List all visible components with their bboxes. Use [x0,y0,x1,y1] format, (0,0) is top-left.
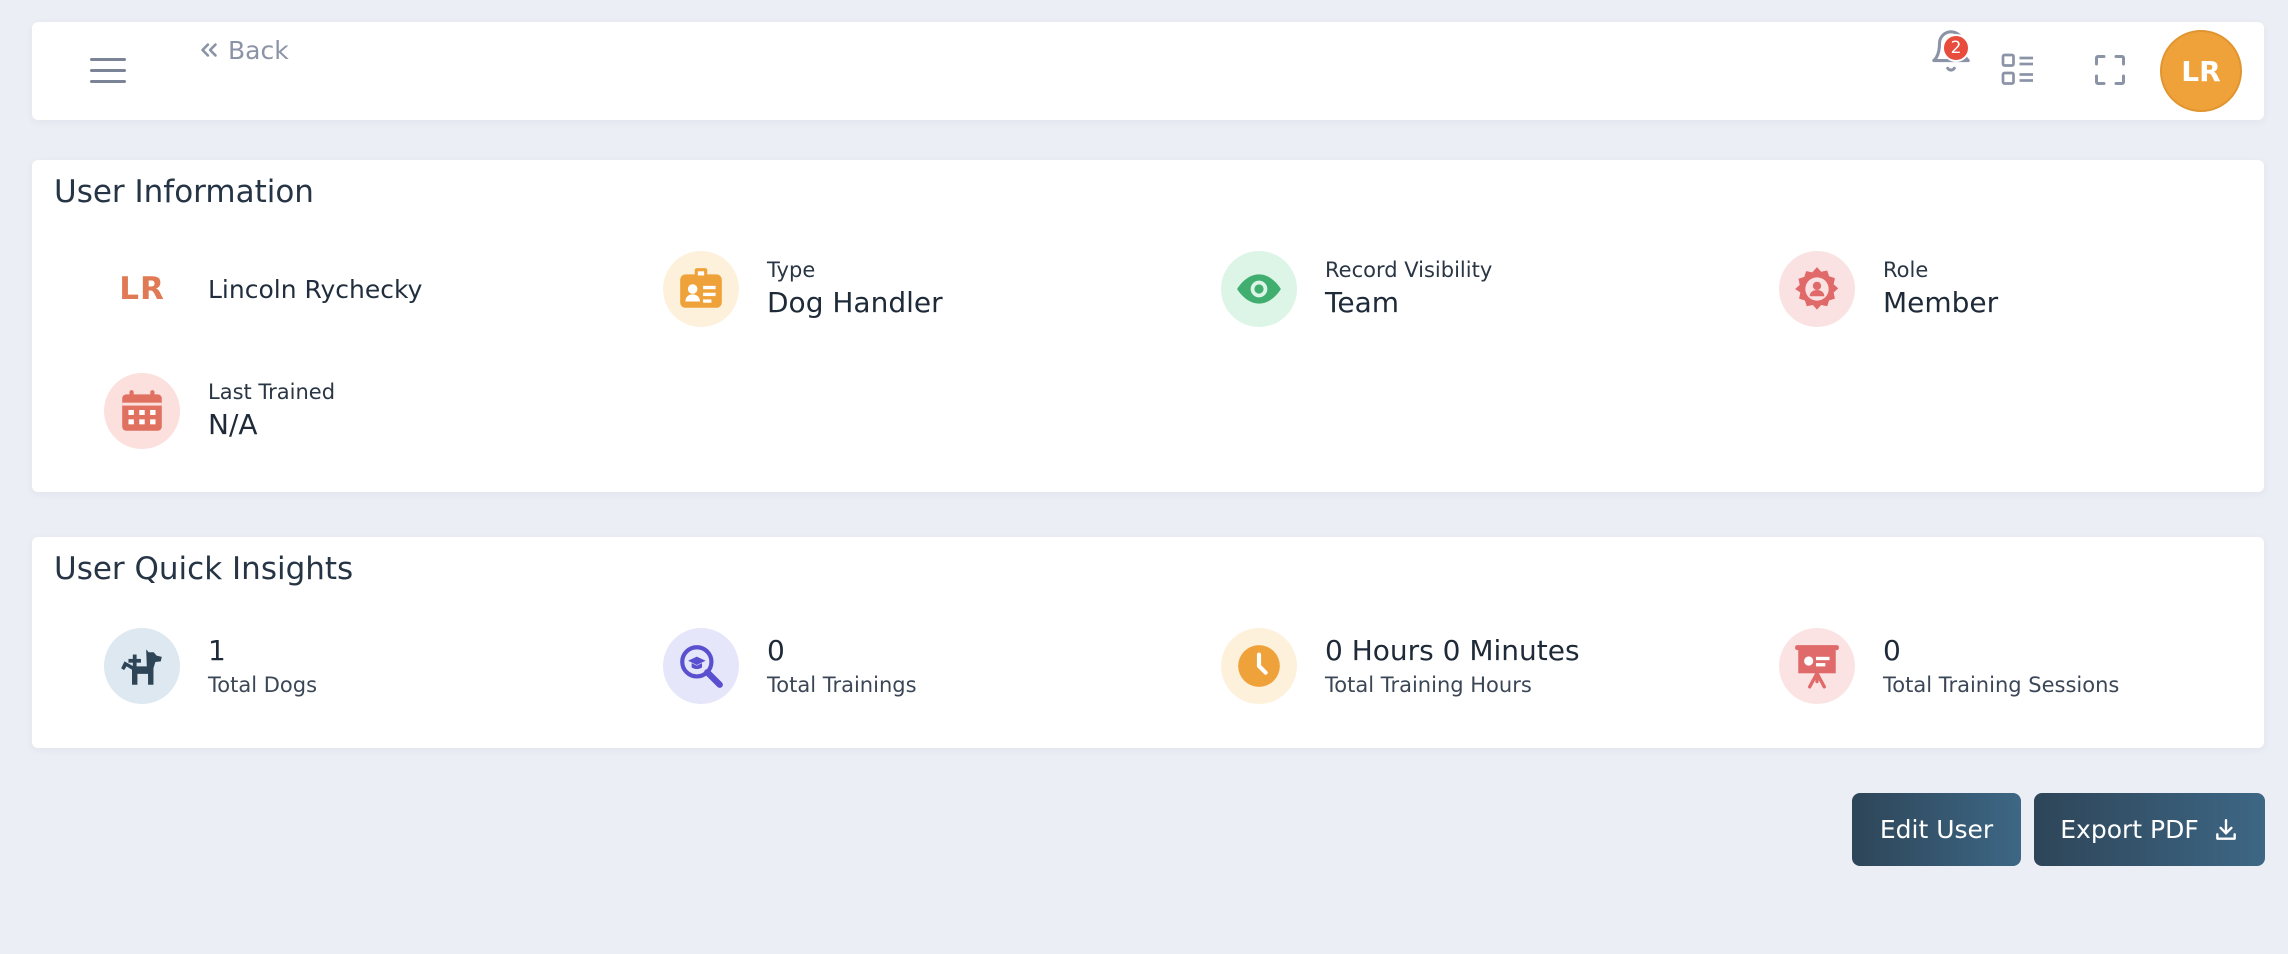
total-dogs-label: Total Dogs [208,673,318,697]
total-dogs-item: 1 Total Dogs [104,628,317,704]
user-type-item: Type Dog Handler [663,251,943,327]
user-insights-title: User Quick Insights [54,551,354,587]
last-trained-label: Last Trained [208,380,336,404]
magnify-graduation-icon [663,628,739,704]
dog-plus-icon [104,628,180,704]
list-grid-icon[interactable] [2000,52,2036,88]
fullscreen-icon[interactable] [2092,52,2128,88]
calendar-icon [104,373,180,449]
notification-badge: 2 [1942,34,1970,62]
visibility-label: Record Visibility [1325,258,1493,282]
eye-icon [1221,251,1297,327]
record-visibility-item: Record Visibility Team [1221,251,1492,327]
total-sessions-item: 0 Total Training Sessions [1779,628,2119,704]
edit-user-button[interactable]: Edit User [1852,793,2021,866]
user-name-item: LR Lincoln Rychecky [104,251,422,327]
total-dogs-value: 1 [208,634,226,667]
user-initials: LR [119,271,165,307]
total-hours-item: 0 Hours 0 Minutes Total Training Hours [1221,628,1580,704]
total-hours-value: 0 Hours 0 Minutes [1325,634,1580,667]
chevrons-left-icon [201,43,217,57]
total-trainings-label: Total Trainings [767,673,917,697]
back-button[interactable]: Back [196,30,289,70]
user-information-title: User Information [54,174,314,210]
last-trained-item: Last Trained N/A [104,373,335,449]
user-full-name: Lincoln Rychecky [208,274,423,304]
total-sessions-value: 0 [1883,634,1901,667]
visibility-value: Team [1325,286,1400,319]
last-trained-value: N/A [208,408,258,441]
export-pdf-label: Export PDF [2060,815,2199,844]
id-badge-icon [663,251,739,327]
export-pdf-button[interactable]: Export PDF [2034,793,2265,866]
clock-icon [1221,628,1297,704]
type-label: Type [767,258,816,282]
user-avatar[interactable]: LR [2160,30,2242,112]
back-label: Back [228,35,289,65]
hamburger-menu-icon[interactable] [90,58,126,88]
total-sessions-label: Total Training Sessions [1883,673,2120,697]
total-hours-label: Total Training Hours [1325,673,1532,697]
user-information-card: User Information LR Lincoln Rychecky Typ… [32,160,2264,492]
type-value: Dog Handler [767,286,943,319]
total-trainings-item: 0 Total Trainings [663,628,917,704]
user-insights-card: User Quick Insights 1 Total Dogs 0 Total… [32,537,2264,748]
role-item: Role Member [1779,251,1998,327]
download-icon [2215,818,2236,840]
total-trainings-value: 0 [767,634,785,667]
role-label: Role [1883,258,1929,282]
user-gear-icon [1779,251,1855,327]
presentation-board-icon [1779,628,1855,704]
edit-user-label: Edit User [1879,815,1994,844]
role-value: Member [1883,286,1999,319]
